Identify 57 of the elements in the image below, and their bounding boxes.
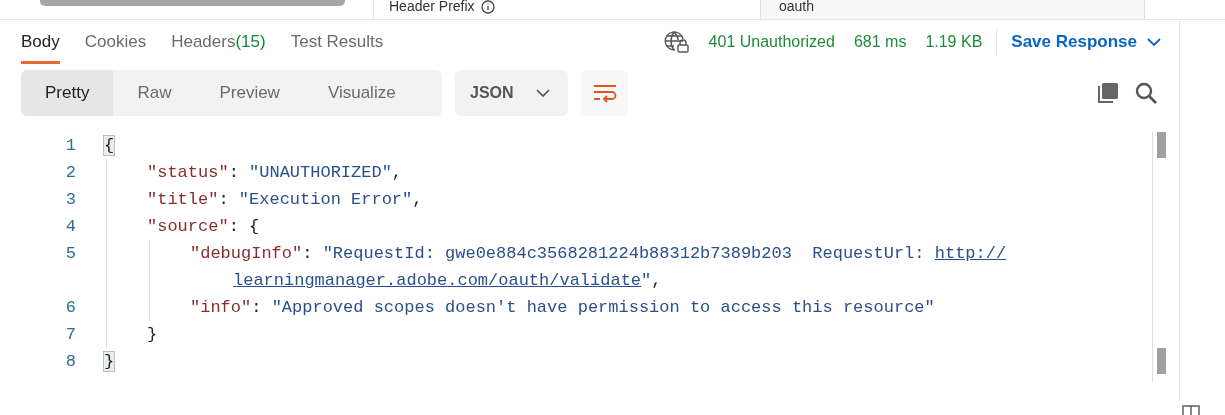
- json-punctuation: ,: [651, 271, 662, 290]
- info-icon[interactable]: [480, 0, 495, 14]
- value-field[interactable]: oauth: [760, 0, 1145, 19]
- json-string: ": [641, 271, 652, 290]
- view-mode-tab[interactable]: Preview: [195, 70, 304, 116]
- json-punctuation: ,: [391, 163, 403, 182]
- view-mode-tab[interactable]: Raw: [113, 70, 196, 116]
- response-time: 681 ms: [853, 33, 907, 51]
- line-number: 2: [64, 163, 76, 182]
- json-string: "Approved scopes doesn't have permission to access this resource": [271, 298, 935, 317]
- layout-icon[interactable]: [1182, 405, 1200, 415]
- copy-icon[interactable]: [1097, 82, 1119, 104]
- json-punctuation: :: [251, 298, 263, 317]
- json-punctuation: :: [218, 190, 230, 209]
- json-punctuation: }: [147, 325, 158, 344]
- url-link[interactable]: http://: [934, 244, 1007, 263]
- wrap-icon: [592, 83, 617, 103]
- matched-brace: {: [104, 136, 115, 155]
- json-key: "title": [147, 190, 219, 209]
- json-string: "UNAUTHORIZED": [249, 163, 392, 182]
- line-number: 8: [64, 352, 76, 371]
- chevron-down-icon: [1147, 37, 1161, 47]
- status-code: 401 Unauthorized: [708, 33, 835, 51]
- url-link[interactable]: learningmanager.adobe.com/oauth/validate: [233, 271, 642, 290]
- json-punctuation: :: [302, 244, 314, 263]
- format-dropdown[interactable]: JSON: [455, 70, 568, 116]
- line-number: 3: [64, 190, 76, 209]
- search-icon[interactable]: [1135, 82, 1157, 104]
- view-mode-tab[interactable]: Pretty: [21, 70, 114, 116]
- scrollbar-marker: [1157, 348, 1166, 374]
- json-key: "debugInfo": [190, 244, 303, 263]
- line-number: 7: [64, 325, 76, 344]
- response-tab[interactable]: Cookies: [84, 20, 147, 64]
- response-tab[interactable]: Body: [21, 20, 60, 64]
- json-key: "status": [147, 163, 229, 182]
- json-punctuation: ,: [412, 190, 423, 209]
- line-number: 6: [64, 298, 76, 317]
- json-string: "Execution Error": [238, 190, 413, 209]
- save-response-button[interactable]: Save Response: [1011, 32, 1161, 52]
- response-tab[interactable]: Headers(15): [171, 20, 266, 64]
- line-number: 4: [64, 217, 76, 236]
- response-tab[interactable]: Test Results: [290, 20, 384, 64]
- globe-lock-icon[interactable]: [663, 30, 690, 54]
- matched-brace: }: [104, 352, 115, 371]
- field-label: Header Prefix: [389, 0, 475, 12]
- line-number: 1: [64, 136, 76, 155]
- wrap-lines-button[interactable]: [581, 70, 628, 116]
- chevron-down-icon: [536, 88, 550, 98]
- line-number: 5: [64, 244, 76, 263]
- response-size: 1.19 KB: [925, 33, 983, 51]
- json-key: "source": [147, 217, 229, 236]
- json-key: "info": [190, 298, 252, 317]
- json-punctuation: : {: [228, 217, 260, 236]
- scrollbar-marker: [1157, 132, 1166, 158]
- json-punctuation: :: [228, 163, 240, 182]
- view-mode-tab[interactable]: Visualize: [303, 70, 420, 116]
- json-string: "RequestId: gwe0e884c3568281224b88312b7389b203 RequestUrl:: [322, 244, 926, 263]
